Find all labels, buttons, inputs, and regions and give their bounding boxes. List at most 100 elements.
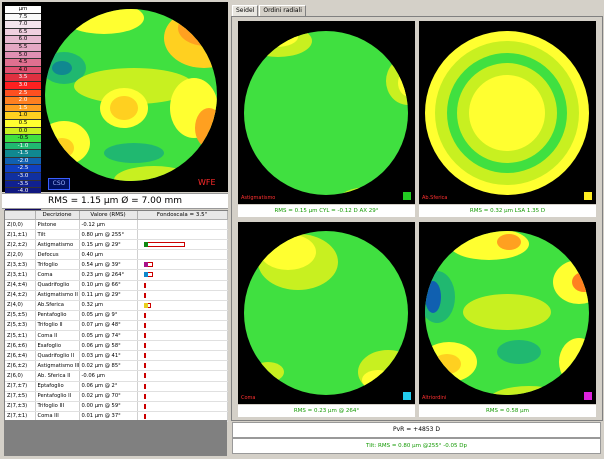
table-row[interactable]: Z(4,0) Ab.Sferica 0.32 µm bbox=[5, 300, 228, 311]
magnitude-bar bbox=[143, 242, 185, 248]
scale-step: 4.5 bbox=[5, 59, 41, 67]
cell-code: Z(2,0) bbox=[5, 249, 36, 261]
cell-value: 0.15 µm @ 29° bbox=[79, 239, 138, 251]
scale-step: 7.5 bbox=[5, 13, 41, 22]
cell-scale-bar bbox=[137, 401, 228, 412]
pvr-readout: PvR = +4853 D bbox=[232, 422, 601, 438]
table-row[interactable]: Z(7,±3) Trifoglio III 0.00 µm @ 59° bbox=[5, 401, 228, 412]
scale-step: 6.5 bbox=[5, 28, 41, 37]
cell-scale-bar bbox=[137, 340, 228, 352]
scale-step: 5.5 bbox=[5, 43, 41, 52]
scale-step: 0.5 bbox=[5, 119, 41, 128]
cell-value: 0.02 µm @ 70° bbox=[79, 391, 138, 402]
cell-scale-bar bbox=[137, 370, 228, 382]
table-row[interactable]: Z(7,±5) Pentafoglio II 0.02 µm @ 70° bbox=[5, 391, 228, 402]
table-row[interactable]: Z(6,±4) Quadrifoglio II 0.03 µm @ 41° bbox=[5, 350, 228, 362]
scale-step: 6.0 bbox=[5, 36, 41, 44]
cell-desc: Astigmatismo bbox=[35, 239, 80, 251]
cell-desc: Astigmatismo II bbox=[35, 290, 80, 301]
header-description[interactable]: Decrizione bbox=[35, 211, 80, 220]
cell-code: Z(5,±1) bbox=[5, 330, 36, 342]
cell-scale-bar bbox=[137, 269, 228, 281]
magnitude-bar bbox=[143, 353, 146, 359]
table-footer bbox=[4, 420, 227, 456]
magnitude-bar bbox=[143, 413, 146, 419]
astigmatism-map[interactable]: Astigmatismo bbox=[238, 21, 415, 204]
other-orders-caption: RMS = 0.58 µm bbox=[419, 405, 596, 417]
scale-step: 0.0 bbox=[5, 127, 41, 136]
magnitude-bar bbox=[143, 373, 146, 379]
magnitude-fill bbox=[143, 242, 148, 248]
scale-step: 5.0 bbox=[5, 51, 41, 60]
map-title: Ab.Sferica bbox=[422, 195, 448, 201]
cell-value: 0.54 µm @ 39° bbox=[79, 259, 138, 271]
table-row[interactable]: Z(3,±3) Trifoglio 0.54 µm @ 39° bbox=[5, 259, 228, 271]
astigmatism-caption: RMS = 0.15 µm CYL = -0.12 D AX 29° bbox=[238, 205, 415, 217]
cell-desc: Tilt bbox=[35, 229, 80, 241]
cell-scale-bar bbox=[137, 330, 228, 342]
cell-code: Z(6,±4) bbox=[5, 350, 36, 362]
table-row[interactable]: Z(2,0) Defocus 0.40 µm bbox=[5, 249, 228, 261]
header-scale[interactable]: Fondoscala = 3.5" bbox=[137, 211, 228, 220]
table-row[interactable]: Z(5,±3) Trifoglio II 0.07 µm @ 48° bbox=[5, 320, 228, 332]
color-swatch bbox=[584, 192, 592, 200]
cell-desc: Pistone bbox=[35, 219, 80, 231]
cell-scale-bar bbox=[137, 391, 228, 402]
table-row[interactable]: Z(2,±2) Astigmatismo 0.15 µm @ 29° bbox=[5, 239, 228, 251]
cell-scale-bar bbox=[137, 350, 228, 362]
scale-step: 2.0 bbox=[5, 97, 41, 105]
zernike-grid: Decrizione Valore (RMS) Fondoscala = 3.5… bbox=[5, 211, 228, 422]
table-row[interactable]: Z(6,±6) Esafoglio 0.06 µm @ 58° bbox=[5, 340, 228, 352]
cell-code: Z(5,±3) bbox=[5, 320, 36, 332]
scale-unit: µm bbox=[5, 6, 41, 14]
tab-ordini-radiali[interactable]: Ordini radiali bbox=[259, 5, 306, 16]
coma-caption: RMS = 0.23 µm @ 264° bbox=[238, 405, 415, 417]
cell-value: 0.32 µm bbox=[79, 300, 138, 311]
header-value[interactable]: Valore (RMS) bbox=[79, 211, 138, 220]
header-code[interactable] bbox=[5, 211, 36, 220]
spherical-aberration-map[interactable]: Ab.Sferica bbox=[419, 21, 596, 204]
color-swatch bbox=[584, 392, 592, 400]
cell-scale-bar bbox=[137, 219, 228, 231]
scale-step: 3.5 bbox=[5, 74, 41, 82]
cell-scale-bar bbox=[137, 249, 228, 261]
table-row[interactable]: Z(4,±4) Quadrifoglio 0.10 µm @ 66° bbox=[5, 280, 228, 291]
magnitude-fill bbox=[143, 272, 148, 278]
table-row[interactable]: Z(0,0) Pistone -0.12 µm bbox=[5, 219, 228, 231]
table-row[interactable]: Z(6,0) Ab. Sferica II -0.06 µm bbox=[5, 370, 228, 382]
cell-desc: Astigmatismo III bbox=[35, 360, 80, 372]
scale-step: -1.0 bbox=[5, 142, 41, 151]
wavefront-map[interactable] bbox=[44, 8, 218, 182]
cell-code: Z(5,±5) bbox=[5, 310, 36, 321]
table-row[interactable]: Z(1,±1) Tilt 0.80 µm @ 255° bbox=[5, 229, 228, 241]
cell-code: Z(3,±3) bbox=[5, 259, 36, 271]
cell-value: 0.05 µm @ 9° bbox=[79, 310, 138, 321]
cell-code: Z(2,±2) bbox=[5, 239, 36, 251]
cell-scale-bar bbox=[137, 310, 228, 321]
cell-code: Z(3,±1) bbox=[5, 269, 36, 281]
cell-value: 0.07 µm @ 48° bbox=[79, 320, 138, 332]
scale-step: -3.0 bbox=[5, 173, 41, 181]
cell-scale-bar bbox=[137, 280, 228, 291]
table-row[interactable]: Z(4,±2) Astigmatismo II 0.11 µm @ 29° bbox=[5, 290, 228, 301]
cell-code: Z(0,0) bbox=[5, 219, 36, 231]
cell-scale-bar bbox=[137, 259, 228, 271]
table-row[interactable]: Z(5,±1) Coma II 0.05 µm @ 74° bbox=[5, 330, 228, 342]
other-orders-map[interactable]: Altriordini bbox=[419, 222, 596, 404]
coma-map[interactable]: Coma bbox=[238, 222, 415, 404]
magnitude-bar bbox=[143, 292, 146, 298]
magnitude-bar bbox=[143, 363, 146, 369]
magnitude-bar bbox=[143, 333, 146, 339]
color-swatch bbox=[403, 192, 411, 200]
tab-seidel[interactable]: Seidel bbox=[232, 5, 259, 16]
zernike-table[interactable]: Decrizione Valore (RMS) Fondoscala = 3.5… bbox=[4, 210, 228, 422]
cell-code: Z(7,±5) bbox=[5, 391, 36, 402]
table-row[interactable]: Z(7,±7) Eptafoglio 0.06 µm @ 2° bbox=[5, 381, 228, 392]
magnitude-fill bbox=[143, 302, 148, 308]
table-row[interactable]: Z(5,±5) Pentafoglio 0.05 µm @ 9° bbox=[5, 310, 228, 321]
wavefront-map-panel[interactable]: µm 7.5 7.0 6.5 6.0 5.5 5.0 4.5 4.0 3.5 3.0 2.5 2.0 1.… bbox=[2, 2, 228, 212]
table-row[interactable]: Z(6,±2) Astigmatismo III 0.02 µm @ 85° bbox=[5, 360, 228, 372]
cell-desc: Eptafoglio bbox=[35, 381, 80, 392]
table-row[interactable]: Z(3,±1) Coma 0.23 µm @ 264° bbox=[5, 269, 228, 281]
scale-step: -3.5 bbox=[5, 180, 41, 189]
